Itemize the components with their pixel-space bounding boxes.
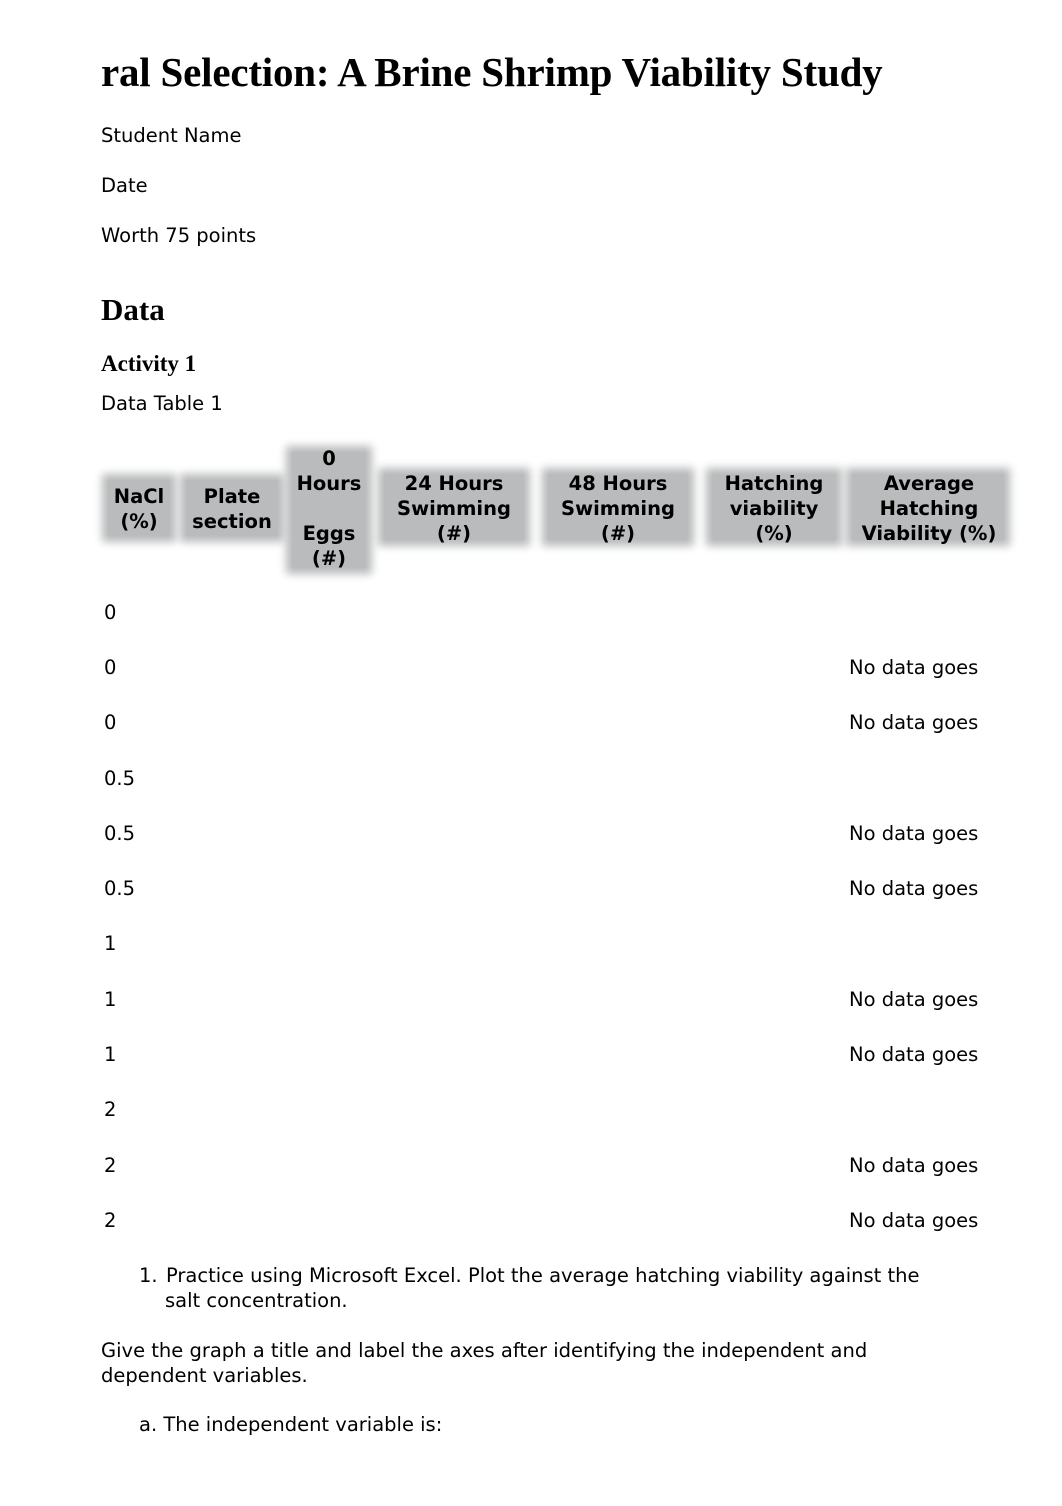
instruction-line2: dependent variables. xyxy=(101,1364,308,1387)
header-nacl: NaCl (%) xyxy=(113,485,165,533)
nacl-cell: 0 xyxy=(104,656,117,679)
nacl-cell: 2 xyxy=(104,1209,117,1232)
header-average-hatching-viability: Average Hatching Viability (%) xyxy=(861,472,997,545)
date-label: Date xyxy=(101,174,148,197)
nacl-cell: 1 xyxy=(104,932,117,955)
average-note-cell: No data goes xyxy=(849,1209,979,1232)
nacl-cell: 0 xyxy=(104,711,117,734)
header-0-hours-eggs: 0 Hours Eggs (#) xyxy=(296,447,362,570)
nacl-cell: 0.5 xyxy=(104,767,136,790)
header-plate-section: Plate section xyxy=(192,485,272,533)
average-note-cell: No data goes xyxy=(849,711,979,734)
nacl-cell: 0.5 xyxy=(104,822,136,845)
nacl-cell: 0 xyxy=(104,601,117,624)
worth-points-label: Worth 75 points xyxy=(101,224,257,247)
question-1a-label: a. The independent variable is: xyxy=(139,1413,443,1436)
average-note-cell: No data goes xyxy=(849,877,979,900)
header-hatching-viability: Hatching viability (%) xyxy=(724,472,824,545)
activity-heading: Activity 1 xyxy=(101,351,197,376)
average-note-cell: No data goes xyxy=(849,822,979,845)
question-1-text-line1: Practice using Microsoft Excel. Plot the… xyxy=(166,1264,920,1287)
question-1-text-line2: salt concentration. xyxy=(165,1289,348,1312)
instruction-line1: Give the graph a title and label the axe… xyxy=(101,1339,868,1362)
student-name-label: Student Name xyxy=(101,124,242,147)
section-heading-data: Data xyxy=(101,292,165,327)
nacl-cell: 2 xyxy=(104,1154,117,1177)
nacl-cell: 1 xyxy=(104,988,117,1011)
average-note-cell: No data goes xyxy=(849,988,979,1011)
table-caption: Data Table 1 xyxy=(101,392,223,415)
header-48-hours-swimming: 48 Hours Swimming (#) xyxy=(561,472,675,545)
average-note-cell: No data goes xyxy=(849,656,979,679)
average-note-cell: No data goes xyxy=(849,1154,979,1177)
question-number: 1. xyxy=(139,1264,158,1287)
average-note-cell: No data goes xyxy=(849,1043,979,1066)
document-title: ral Selection: A Brine Shrimp Viability … xyxy=(101,49,883,95)
header-24-hours-swimming: 24 Hours Swimming (#) xyxy=(397,472,511,545)
nacl-cell: 1 xyxy=(104,1043,117,1066)
nacl-cell: 0.5 xyxy=(104,877,136,900)
nacl-cell: 2 xyxy=(104,1098,117,1121)
